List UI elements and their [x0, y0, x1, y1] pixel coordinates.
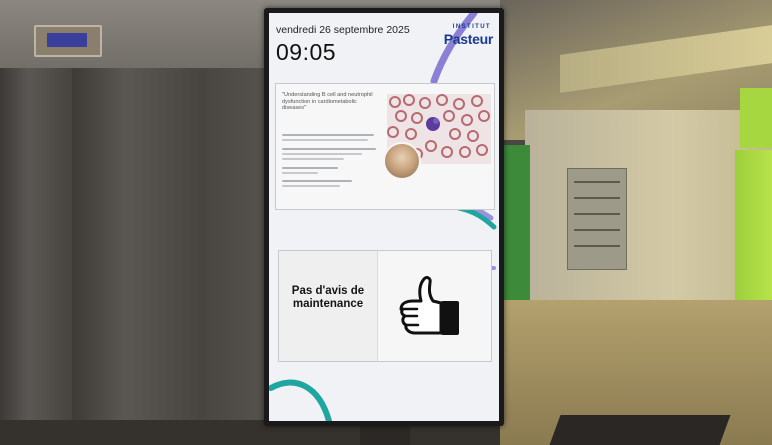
- seminar-detail-line: [282, 153, 362, 155]
- maintenance-notice-card: Pas d'avis de maintenance: [278, 250, 492, 362]
- maintenance-text-panel: Pas d'avis de maintenance: [279, 251, 378, 361]
- seminar-detail-line: [282, 167, 338, 169]
- floor-mat: [549, 415, 731, 445]
- signage-screen: vendredi 26 septembre 2025 09:05 INSTITU…: [269, 13, 499, 421]
- seminar-announcement-card: "Understanding B cell and neutrophil dys…: [275, 83, 495, 210]
- seminar-detail-line: [282, 139, 368, 141]
- green-wall-panel: [740, 88, 772, 148]
- seminar-detail-line: [282, 134, 374, 136]
- seminar-detail-line: [282, 185, 340, 187]
- seminar-detail-line: [282, 172, 318, 174]
- seminar-title: "Understanding B cell and neutrophil dys…: [282, 92, 373, 112]
- logo-institut-text: INSTITUT: [452, 24, 491, 30]
- elevator-door-panel: [0, 68, 74, 445]
- seminar-detail-line: [282, 158, 344, 160]
- clock-time: 09:05: [276, 39, 337, 65]
- seminar-detail-line: [282, 148, 376, 150]
- elevator-door-panel: [72, 68, 208, 445]
- notice-board: [567, 168, 627, 270]
- speaker-portrait: [383, 142, 421, 180]
- elevator-door-panel: [206, 68, 270, 445]
- floor-indicator-display: [47, 33, 87, 47]
- thumbs-up-icon: [399, 276, 459, 335]
- institut-pasteur-logo: INSTITUT Pasteur: [437, 24, 494, 54]
- corridor-green-door: [500, 145, 530, 305]
- maintenance-message: Pas d'avis de maintenance: [291, 285, 365, 310]
- date-label: vendredi 26 septembre 2025: [276, 24, 410, 36]
- seminar-detail-line: [282, 180, 352, 182]
- elevator-floor-indicator: [34, 25, 102, 57]
- digital-signage-monitor: vendredi 26 septembre 2025 09:05 INSTITU…: [264, 8, 504, 426]
- logo-pasteur-text: Pasteur: [443, 31, 494, 47]
